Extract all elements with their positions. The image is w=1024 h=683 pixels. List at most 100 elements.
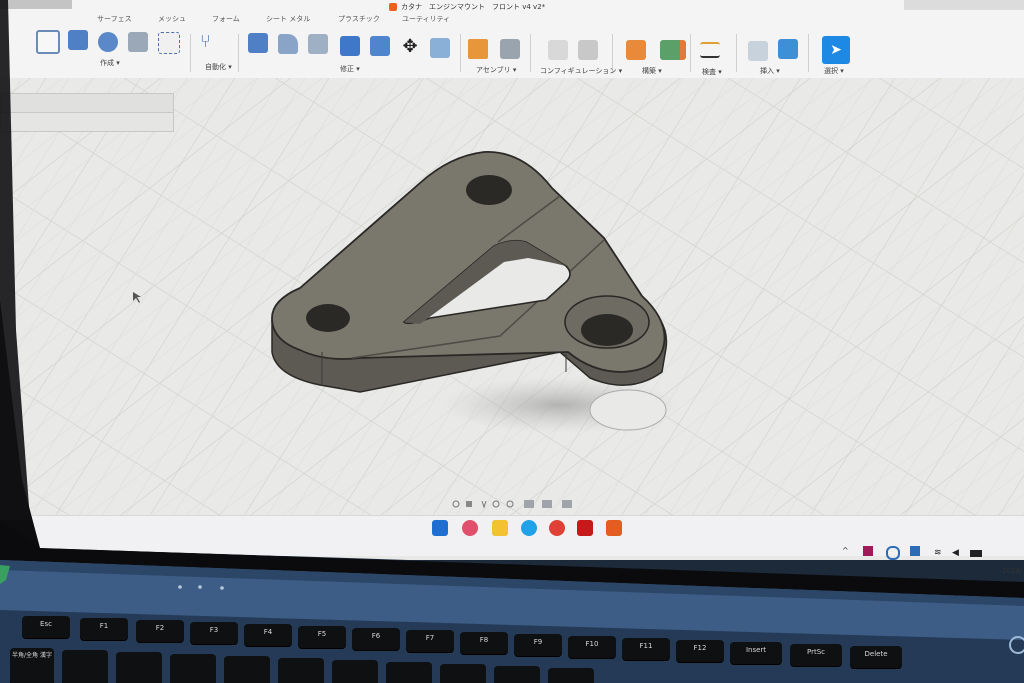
pattern-icon[interactable] — [158, 32, 180, 54]
key-2[interactable] — [116, 652, 162, 683]
3d-viewport[interactable] — [0, 78, 1024, 518]
key-prtsc[interactable]: PrtSc — [790, 644, 842, 666]
window-controls[interactable] — [904, 0, 1024, 10]
group-modify[interactable]: 修正 ▾ — [340, 64, 360, 74]
insert-derive-icon[interactable] — [748, 41, 768, 61]
key-f6[interactable]: F6 — [352, 628, 400, 650]
edge-icon[interactable] — [521, 520, 537, 536]
fit-icon[interactable] — [506, 500, 514, 508]
fusion-taskbar-icon[interactable] — [606, 520, 622, 536]
tab-sheet-metal[interactable]: シート メタル — [266, 14, 310, 24]
key-f1[interactable]: F1 — [80, 618, 128, 640]
group-create[interactable]: 作成 ▾ — [100, 58, 120, 68]
key-8[interactable] — [440, 664, 486, 683]
key-f11[interactable]: F11 — [622, 638, 670, 660]
document-icon — [389, 3, 397, 11]
configuration-table-icon[interactable] — [578, 40, 598, 60]
create-sketch-icon[interactable] — [36, 30, 60, 54]
key-f9[interactable]: F9 — [514, 634, 562, 656]
joint-icon[interactable] — [500, 39, 520, 59]
group-assemble[interactable]: アセンブリ ▾ — [476, 65, 516, 75]
key-f12[interactable]: F12 — [676, 640, 724, 662]
fusion-toolbar: カタナ エンジンマウント フロント v4 v2* サーフェス メッシュ フォーム… — [0, 0, 1024, 79]
pan-icon[interactable] — [481, 500, 487, 509]
windows-start-icon[interactable] — [432, 520, 448, 536]
file-explorer-icon[interactable] — [492, 520, 508, 536]
key-esc[interactable]: Esc — [22, 616, 70, 638]
align-icon[interactable] — [430, 38, 450, 58]
tab-mesh[interactable]: メッシュ — [158, 14, 186, 24]
offset-plane-icon[interactable] — [626, 40, 646, 60]
key-delete[interactable]: Delete — [850, 646, 902, 668]
key-0[interactable] — [548, 668, 594, 683]
tab-surface[interactable]: サーフェス — [97, 14, 132, 24]
key-f10[interactable]: F10 — [568, 636, 616, 658]
acrobat-icon[interactable] — [577, 520, 593, 536]
browser-panel-row[interactable] — [0, 93, 174, 113]
key-hankaku-zenkaku[interactable]: 半角/全角 漢字 — [10, 648, 54, 683]
key-f3[interactable]: F3 — [190, 622, 238, 644]
tray-overflow-icon[interactable]: ^ — [842, 546, 849, 555]
key-f4[interactable]: F4 — [244, 624, 292, 646]
group-inspect[interactable]: 検査 ▾ — [702, 67, 722, 77]
extrude-icon[interactable] — [68, 30, 88, 50]
key-6[interactable] — [332, 660, 378, 683]
tab-form[interactable]: フォーム — [212, 14, 240, 24]
select-cursor-icon[interactable]: ➤ — [822, 36, 850, 64]
tray-app2-icon[interactable] — [910, 546, 920, 556]
battery-icon[interactable] — [970, 550, 982, 557]
look-at-icon[interactable] — [466, 501, 472, 507]
configuration-icon[interactable] — [548, 40, 568, 60]
press-pull-icon[interactable] — [248, 33, 268, 53]
browser-panel-row[interactable] — [0, 112, 174, 132]
chrome-icon[interactable] — [549, 520, 565, 536]
key-f7[interactable]: F7 — [406, 630, 454, 652]
key-1[interactable] — [62, 650, 108, 683]
mount-hole-top — [466, 175, 512, 205]
tray-app-icon[interactable] — [863, 546, 873, 556]
key-3[interactable] — [170, 654, 216, 683]
zoom-icon[interactable] — [492, 500, 500, 508]
key-5[interactable] — [278, 658, 324, 683]
fillet-icon[interactable] — [278, 34, 298, 54]
copilot-icon[interactable] — [462, 520, 478, 536]
hole-icon[interactable] — [128, 32, 148, 52]
orbit-icon[interactable] — [452, 500, 460, 508]
hole-shadow — [589, 389, 667, 431]
revolve-icon[interactable] — [98, 32, 118, 52]
group-configure[interactable]: コンフィギュレーション ▾ — [540, 66, 622, 76]
combine-icon[interactable] — [370, 36, 390, 56]
document-title: カタナ エンジンマウント フロント v4 v2* — [401, 3, 546, 11]
tab-plastic[interactable]: プラスチック — [338, 14, 380, 24]
new-component-icon[interactable] — [468, 39, 488, 59]
mount-hole-right — [581, 314, 633, 346]
insert-image-icon[interactable] — [778, 39, 798, 59]
grid-settings-icon[interactable] — [542, 500, 552, 508]
viewports-icon[interactable] — [562, 500, 572, 508]
key-7[interactable] — [386, 662, 432, 683]
group-select[interactable]: 選択 ▾ — [824, 66, 844, 76]
measure-icon[interactable] — [700, 42, 720, 58]
volume-icon[interactable]: ◀ — [952, 548, 959, 558]
midplane-icon[interactable] — [660, 40, 686, 60]
group-automate[interactable]: 自動化 ▾ — [205, 62, 232, 72]
automate-icon[interactable]: ⑂ — [200, 32, 220, 52]
key-9[interactable] — [494, 666, 540, 683]
wifi-icon[interactable]: ≋ — [934, 548, 942, 558]
app-title-strip — [0, 0, 72, 9]
mount-hole-left — [306, 304, 350, 332]
display-settings-icon[interactable] — [524, 500, 534, 508]
group-insert[interactable]: 挿入 ▾ — [760, 66, 780, 76]
key-insert[interactable]: Insert — [730, 642, 782, 664]
chamfer-icon[interactable] — [308, 34, 328, 54]
tray-sync-icon[interactable] — [886, 546, 900, 560]
group-construct[interactable]: 構築 ▾ — [642, 66, 662, 76]
shell-icon[interactable] — [340, 36, 360, 56]
photo-scene: カタナ エンジンマウント フロント v4 v2* サーフェス メッシュ フォーム… — [0, 0, 1024, 683]
tab-utilities[interactable]: ユーティリティ — [402, 14, 450, 24]
key-f5[interactable]: F5 — [298, 626, 346, 648]
key-4[interactable] — [224, 656, 270, 683]
key-f2[interactable]: F2 — [136, 620, 184, 642]
move-icon[interactable]: ✥ — [400, 37, 420, 57]
key-f8[interactable]: F8 — [460, 632, 508, 654]
